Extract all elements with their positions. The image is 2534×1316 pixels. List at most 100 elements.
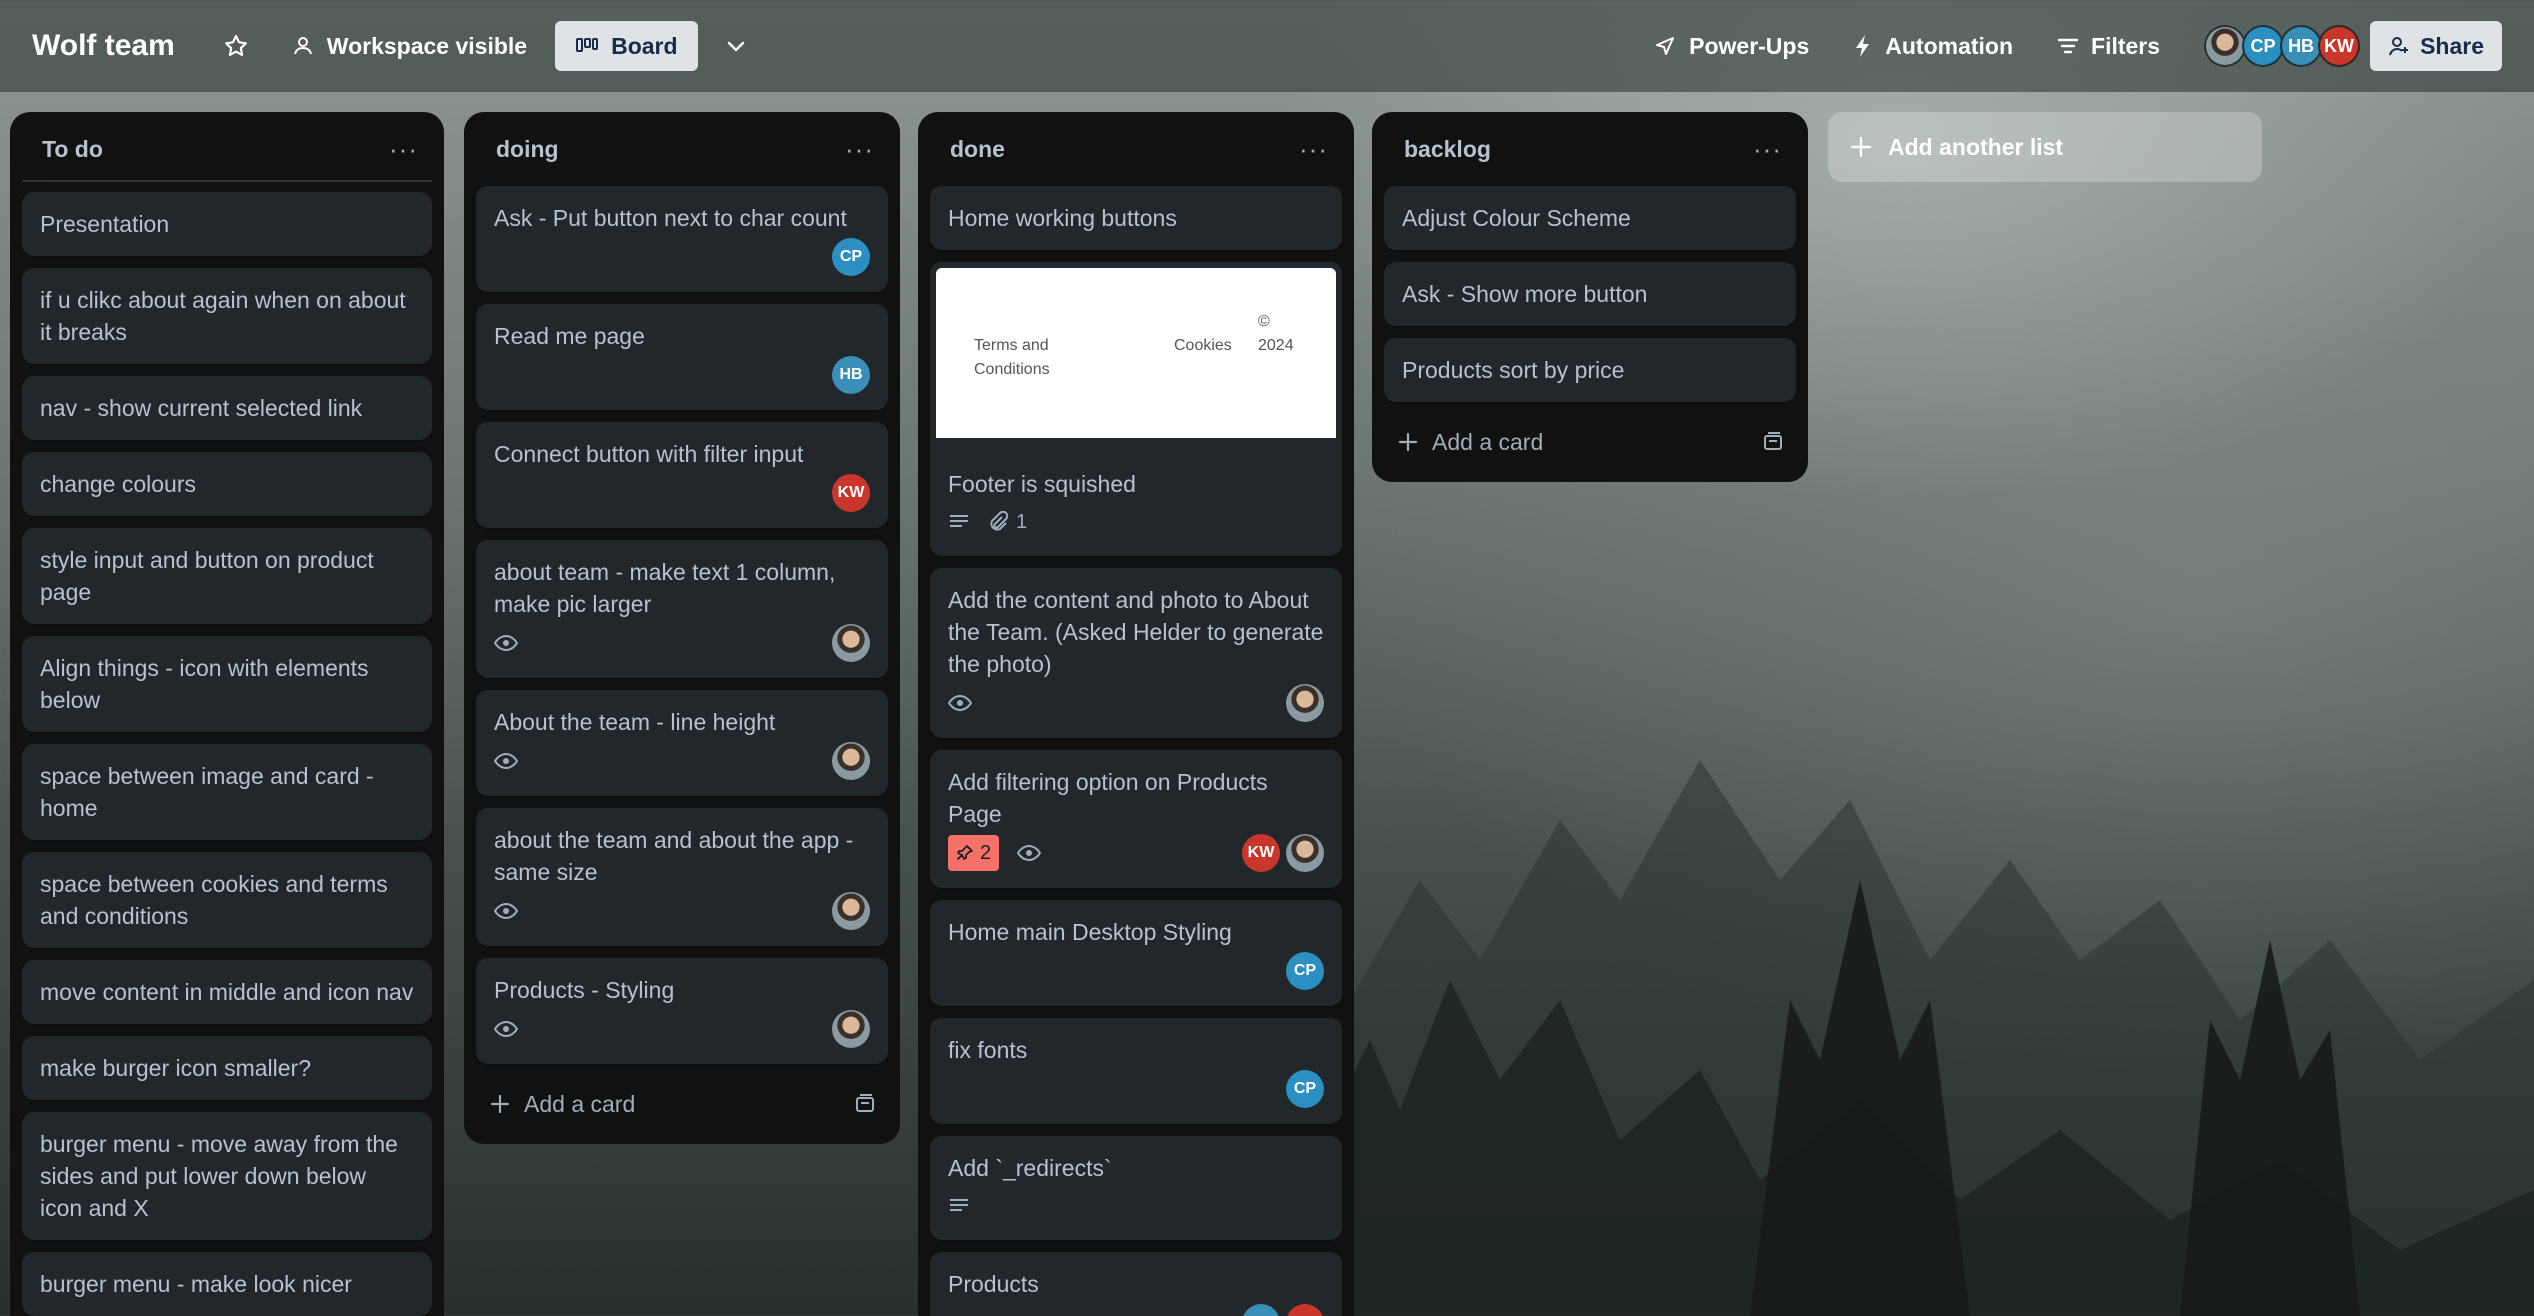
card[interactable]: Align things - icon with elements below [22,636,432,732]
card[interactable]: space between image and card - home [22,744,432,840]
card-title: Add the content and photo to About the T… [948,587,1324,677]
card-members: HB [832,356,870,394]
card-title: About the team - line height [494,709,776,735]
card[interactable]: Products - Styling [476,958,888,1064]
automation-button[interactable]: Automation [1837,21,2029,71]
vote-count: 2 [980,842,992,864]
card[interactable]: nav - show current selected link [22,376,432,440]
star-icon [224,34,247,56]
list-menu-button[interactable]: ··· [1299,134,1328,165]
avatar[interactable] [832,742,870,780]
template-icon [1764,432,1782,450]
powerups-button[interactable]: Power-Ups [1637,21,1825,71]
card[interactable]: space between cookies and terms and cond… [22,852,432,948]
card[interactable]: Products sort by price [1384,338,1796,402]
card-title: move content in middle and icon nav [40,979,414,1005]
avatar[interactable]: KW [1286,1304,1324,1316]
avatar[interactable] [1286,834,1324,872]
list-menu-button[interactable]: ··· [845,134,874,165]
avatar[interactable]: CP [832,238,870,276]
list-title[interactable]: backlog [1404,136,1491,163]
card-title: about the team and about the app - same … [494,827,854,885]
list-menu-button[interactable]: ··· [1753,134,1782,165]
card[interactable]: about team - make text 1 column, make pi… [476,540,888,678]
card[interactable]: change colours [22,452,432,516]
card[interactable]: Terms and Conditions Cookies © 2024 Foot… [930,262,1342,556]
card[interactable]: if u clikc about again when on about it … [22,268,432,364]
star-button[interactable] [209,21,263,71]
add-card-button[interactable]: Add a card [1384,414,1796,470]
avatar[interactable]: HB [832,356,870,394]
card[interactable]: Read me page HB [476,304,888,410]
list-header: To do ··· [22,112,432,186]
card-footer: 1 [948,504,1324,540]
avatar[interactable] [1286,684,1324,722]
card[interactable]: Presentation [22,192,432,256]
views-dropdown-button[interactable] [710,21,762,71]
filters-button[interactable]: Filters [2041,21,2176,71]
cover-edge [936,438,1336,452]
card[interactable]: burger menu - move away from the sides a… [22,1112,432,1240]
card-footer: CP [948,952,1324,990]
card-badges: 1 [948,506,1027,538]
card-members: KW [1242,834,1324,872]
card[interactable]: move content in middle and icon nav [22,960,432,1024]
list-title[interactable]: done [950,136,1005,163]
create-from-template-button[interactable] [854,1094,876,1114]
card[interactable]: Products HB KW [930,1252,1342,1316]
board-title[interactable]: Wolf team [32,29,175,63]
avatar[interactable]: KW [1242,834,1280,872]
card[interactable]: about the team and about the app - same … [476,808,888,946]
card-members: CP [1286,1070,1324,1108]
card-footer: CP [494,238,870,276]
add-card-label: Add a card [1432,428,1544,455]
visibility-button[interactable]: Workspace visible [275,21,543,71]
avatar[interactable] [2204,25,2247,67]
card[interactable]: style input and button on product page [22,528,432,624]
card[interactable]: fix fonts CP [930,1018,1342,1124]
card-title: if u clikc about again when on about it … [40,287,406,345]
pin-icon [957,845,973,860]
card[interactable]: Adjust Colour Scheme [1384,186,1796,250]
avatar[interactable] [832,624,870,662]
add-card-button[interactable]: Add a card [476,1076,888,1132]
card[interactable]: make burger icon smaller? [22,1036,432,1100]
list-title[interactable]: doing [496,136,559,163]
card-members [832,624,870,662]
eye-icon [948,694,972,712]
card[interactable]: Add filtering option on Products Page 2 … [930,750,1342,888]
list-menu-button[interactable]: ··· [389,134,418,165]
avatar[interactable]: CP [2242,25,2285,67]
cover-text-year: 2024 [1258,337,1294,354]
cover-text-cookies: Cookies [1174,337,1232,354]
create-from-template-button[interactable] [1762,432,1784,452]
card[interactable]: Home main Desktop Styling CP [930,900,1342,1006]
card-badges [494,1020,518,1038]
filters-label: Filters [2091,32,2161,59]
card[interactable]: Connect button with filter input KW [476,422,888,528]
avatar[interactable] [832,892,870,930]
avatar[interactable]: KW [2318,25,2361,67]
add-list-button[interactable]: Add another list [1828,112,2262,182]
card-members: CP [832,238,870,276]
card[interactable]: Ask - Put button next to char count CP [476,186,888,292]
card[interactable]: About the team - line height [476,690,888,796]
card-title: nav - show current selected link [40,395,363,421]
avatar[interactable] [832,1010,870,1048]
list-title[interactable]: To do [42,136,103,163]
avatar[interactable]: CP [1286,952,1324,990]
board-view-button[interactable]: Board [555,21,698,71]
filter-icon [2057,38,2079,54]
avatar[interactable]: HB [1242,1304,1280,1316]
card[interactable]: Add the content and photo to About the T… [930,568,1342,738]
avatar[interactable]: CP [1286,1070,1324,1108]
card[interactable]: burger menu - make look nicer [22,1252,432,1316]
card-cover-image: Terms and Conditions Cookies © 2024 [930,262,1342,452]
card[interactable]: Home working buttons [930,186,1342,250]
avatar[interactable]: KW [832,474,870,512]
card[interactable]: Add `_redirects` [930,1136,1342,1240]
card-footer [494,742,870,780]
avatar[interactable]: HB [2280,25,2323,67]
card[interactable]: Ask - Show more button [1384,262,1796,326]
share-button[interactable]: Share [2370,21,2502,71]
